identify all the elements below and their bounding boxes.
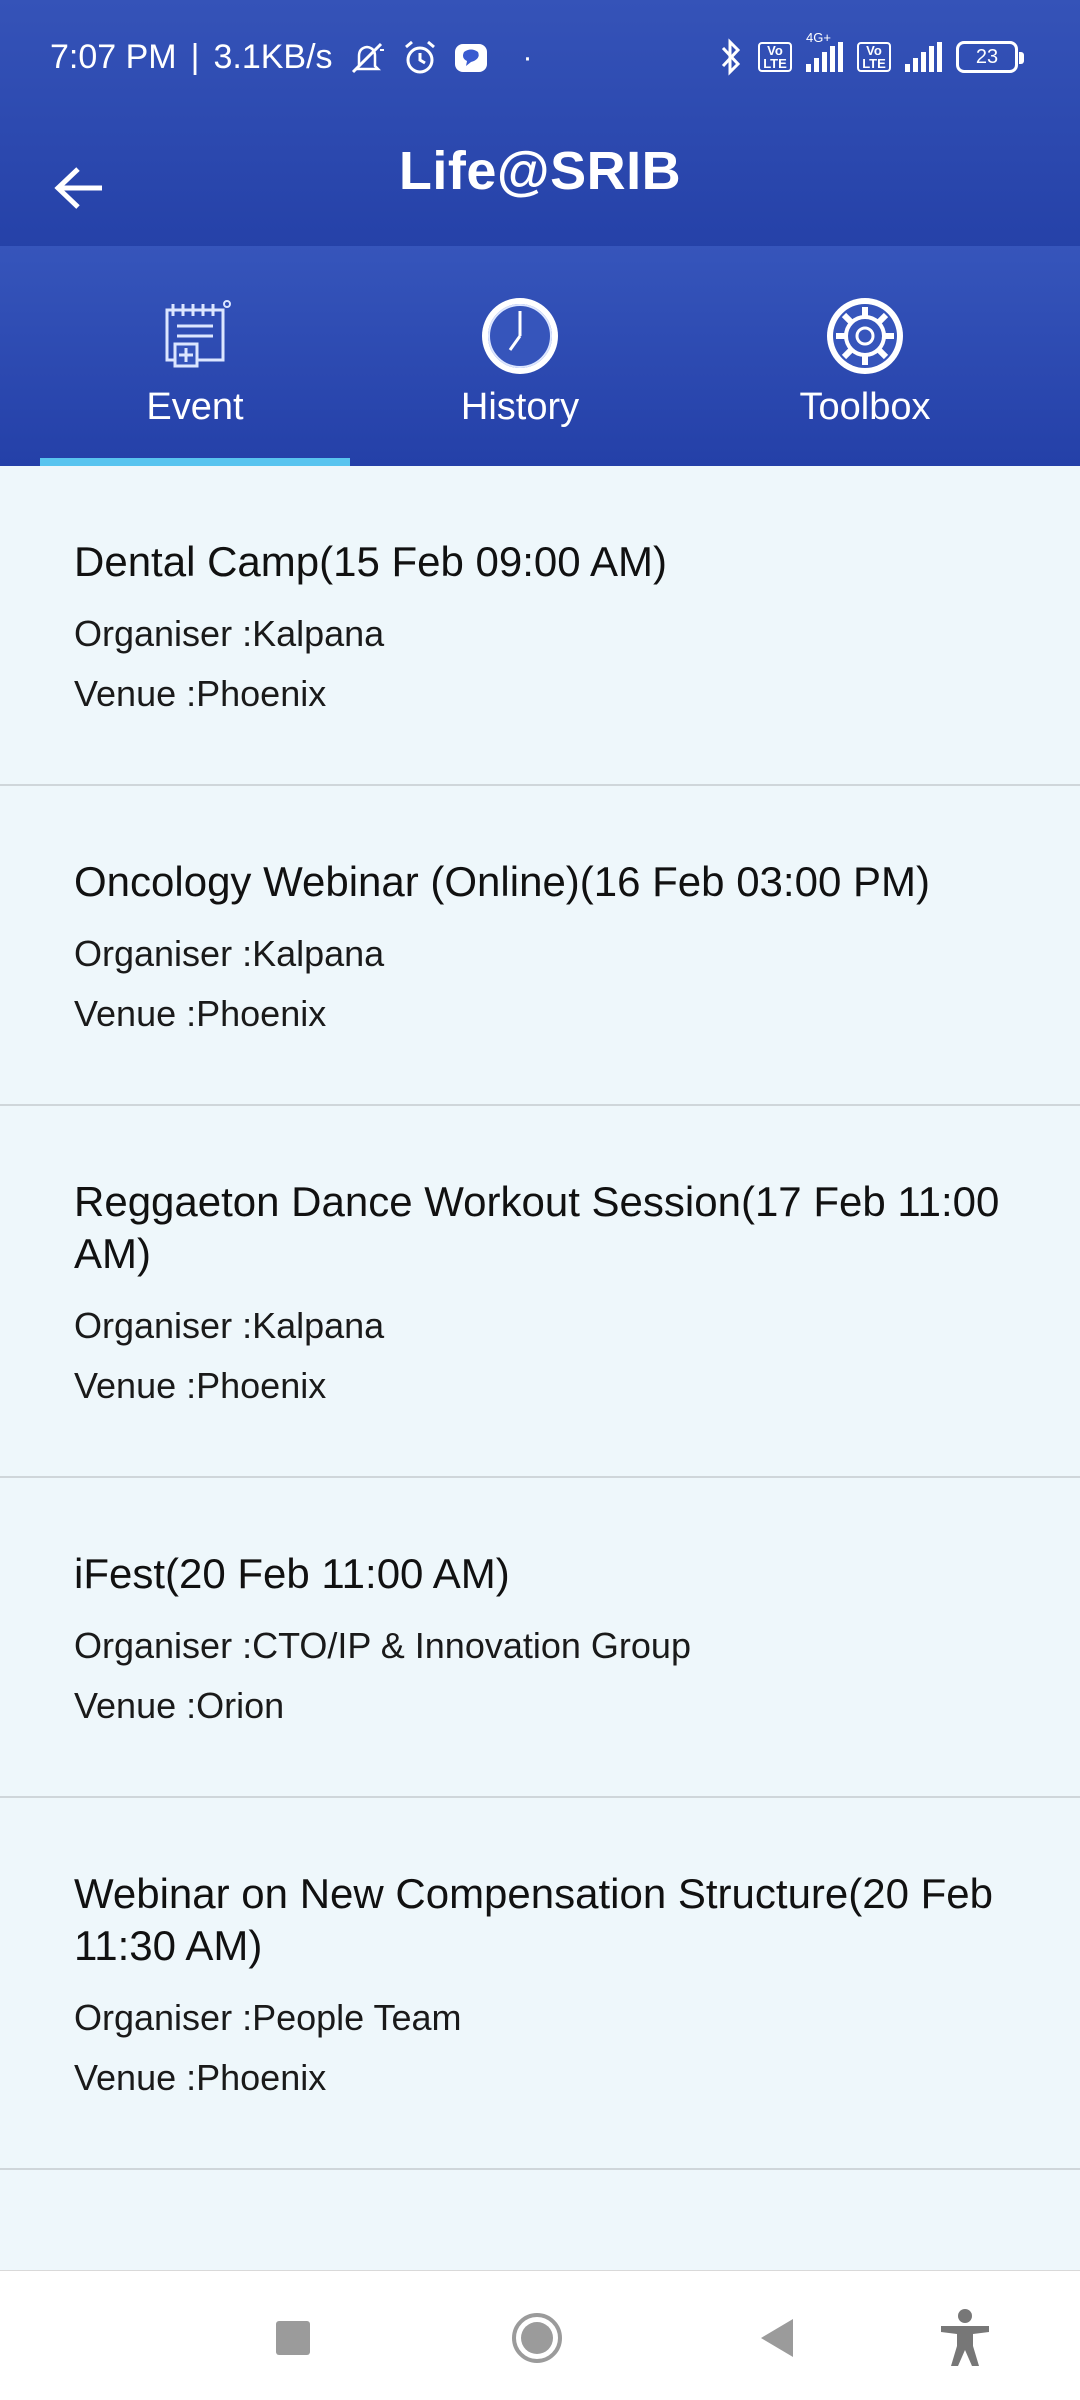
event-organiser: Organiser :People Team [74, 1997, 462, 2038]
tab-indicator [40, 458, 350, 466]
recents-button[interactable] [258, 2303, 328, 2373]
tab-toolbox[interactable]: Toolbox [720, 246, 1010, 466]
gear-icon [827, 298, 903, 374]
event-title: iFest(20 Feb 11:00 AM) [74, 1550, 510, 1597]
bluetooth-icon [718, 38, 744, 76]
event-icon [165, 300, 231, 368]
event-organiser: Organiser :Kalpana [74, 613, 385, 654]
event-list[interactable]: Dental Camp(15 Feb 09:00 AM) Organiser :… [0, 466, 1080, 2270]
home-icon [512, 2313, 562, 2363]
tab-history[interactable]: History [370, 246, 670, 466]
volte-icon: Vo LTE [758, 42, 792, 72]
list-item[interactable]: Dental Camp(15 Feb 09:00 AM) Organiser :… [0, 466, 1080, 786]
event-title: Webinar on New Compensation Structure(20… [74, 1870, 994, 1969]
accessibility-icon [941, 2309, 989, 2366]
tab-history-label: History [460, 386, 580, 428]
event-venue: Venue :Phoenix [74, 2057, 327, 2098]
event-venue: Venue :Phoenix [74, 673, 327, 714]
home-button[interactable] [502, 2303, 572, 2373]
event-venue: Venue :Orion [74, 1685, 285, 1726]
tab-bar: Event History Toolbox [0, 246, 1080, 466]
event-title: Oncology Webinar (Online)(16 Feb 03:00 P… [74, 858, 930, 905]
signal-icon-2 [905, 42, 942, 72]
list-item[interactable]: Reggaeton Dance Workout Session(17 Feb 1… [0, 1106, 1080, 1478]
event-organiser: Organiser :Kalpana [74, 1305, 385, 1346]
back-nav-button[interactable] [742, 2303, 812, 2373]
event-venue: Venue :Phoenix [74, 1365, 327, 1406]
event-title: Dental Camp(15 Feb 09:00 AM) [74, 538, 667, 585]
alarm-icon [401, 39, 439, 77]
list-item[interactable]: Webinar on New Compensation Structure(20… [0, 1798, 1080, 2170]
tab-event[interactable]: Event [40, 246, 350, 466]
signal-icon: 4G+ [806, 30, 843, 72]
status-separator: | [190, 38, 200, 76]
clock-icon [482, 298, 558, 374]
network-label: 4G+ [806, 30, 831, 45]
list-item[interactable]: iFest(20 Feb 11:00 AM) Organiser :CTO/IP… [0, 1478, 1080, 1798]
mute-icon [347, 40, 387, 76]
app-bar: Life@SRIB [0, 120, 1080, 246]
event-organiser: Organiser :CTO/IP & Innovation Group [74, 1625, 691, 1666]
back-icon [761, 2319, 793, 2357]
battery-icon: 23 [956, 41, 1024, 73]
event-organiser: Organiser :Kalpana [74, 933, 385, 974]
status-speed: 3.1KB/s [213, 38, 333, 76]
event-venue: Venue :Phoenix [74, 993, 327, 1034]
accessibility-button[interactable] [930, 2303, 1000, 2373]
header-area: 7:07 PM | 3.1KB/s · Vo LTE 4G+ Vo LTE 23… [0, 0, 1080, 466]
page-title: Life@SRIB [398, 141, 682, 201]
status-time: 7:07 PM [50, 38, 177, 76]
status-left: 7:07 PM | 3.1KB/s · [50, 38, 533, 77]
event-title: Reggaeton Dance Workout Session(17 Feb 1… [74, 1178, 1000, 1277]
recents-icon [276, 2321, 310, 2355]
status-dot: · [522, 40, 533, 74]
status-bar: 7:07 PM | 3.1KB/s · Vo LTE 4G+ Vo LTE 23 [0, 0, 1080, 120]
message-icon [453, 40, 489, 76]
tab-toolbox-label: Toolbox [799, 386, 931, 428]
tab-event-label: Event [146, 386, 244, 428]
volte-icon-2: Vo LTE [857, 42, 891, 72]
status-right: Vo LTE 4G+ Vo LTE 23 [718, 30, 1024, 76]
list-item[interactable]: Oncology Webinar (Online)(16 Feb 03:00 P… [0, 786, 1080, 1106]
system-nav-bar [0, 2270, 1080, 2400]
